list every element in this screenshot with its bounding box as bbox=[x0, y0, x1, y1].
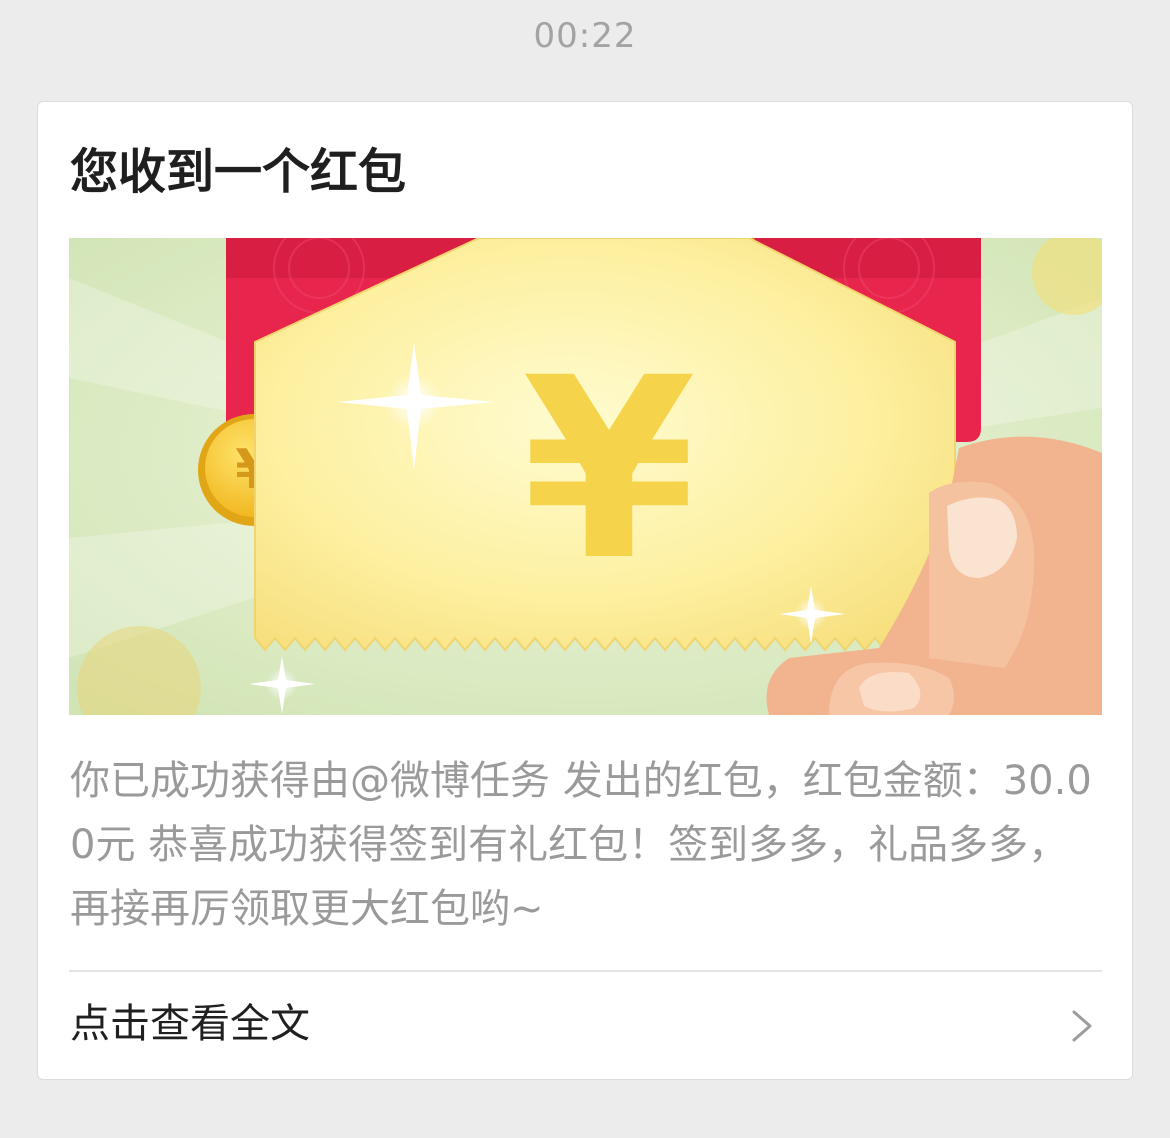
read-full-text-link[interactable]: 点击查看全文 bbox=[38, 972, 1132, 1076]
red-packet-description: 你已成功获得由@微博任务 发出的红包，红包金额：30.00元 恭喜成功获得签到有… bbox=[70, 758, 1092, 932]
card-title: 您收到一个红包 bbox=[70, 144, 407, 200]
yen-symbol: ¥ bbox=[522, 324, 696, 615]
red-packet-message-card[interactable]: 您收到一个红包 ¥ 你已成功获得由@微博任务 发出的红包，红包金额：30.00元… bbox=[37, 101, 1133, 1080]
read-full-text-label: 点击查看全文 bbox=[70, 1001, 310, 1047]
message-timestamp: 00:22 bbox=[533, 16, 637, 56]
red-packet-banner-image[interactable]: ¥ ¥ bbox=[69, 238, 1102, 715]
chevron-right-icon bbox=[1072, 1010, 1092, 1042]
